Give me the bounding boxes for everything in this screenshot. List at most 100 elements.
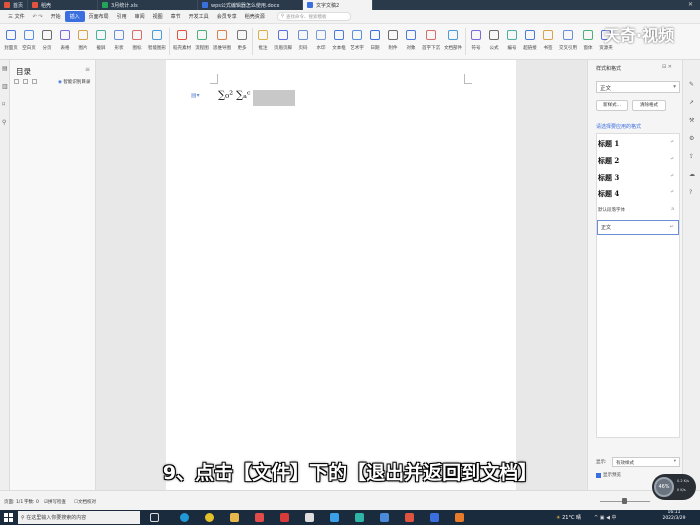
ribbon-tool[interactable]: 公式 — [487, 24, 501, 59]
ribbon-tool[interactable]: 批注 — [256, 24, 270, 59]
close-icon[interactable]: ✕ — [688, 1, 693, 8]
doc-check[interactable]: ☐文档校对 — [74, 499, 96, 505]
ribbon-tool[interactable]: 图片 — [76, 24, 90, 59]
app4-icon[interactable] — [355, 513, 364, 522]
folder-icon[interactable] — [230, 513, 239, 522]
ribbon-tool[interactable]: 思维导图 — [213, 24, 231, 59]
ribbon-tool[interactable]: 分页 — [40, 24, 54, 59]
expand-icon[interactable] — [14, 79, 19, 84]
menu-member[interactable]: 会员专享 — [213, 13, 241, 20]
chapter-icon[interactable]: ▥ — [2, 84, 8, 90]
ribbon-tool[interactable]: 编号 — [505, 24, 519, 59]
ribbon-tool[interactable]: 稻壳素材 — [173, 24, 191, 59]
app5-icon[interactable] — [380, 513, 389, 522]
search-icon[interactable]: ⚲ — [2, 120, 8, 126]
ribbon-tool[interactable]: 首字下沉 — [422, 24, 440, 59]
task-view-icon[interactable] — [150, 513, 159, 522]
ribbon-tool[interactable]: 水印 — [314, 24, 328, 59]
menu-developer[interactable]: 开发工具 — [185, 13, 213, 20]
formula-2[interactable]: ∑ₐᶜ — [236, 90, 250, 101]
ribbon-tool[interactable]: 超链接 — [523, 24, 537, 59]
select-icon[interactable]: ➚ — [689, 100, 695, 106]
taskbar-search-input[interactable]: ⚲ 在这里输入你要搜索的内容 — [18, 511, 140, 524]
ribbon-tool[interactable]: 日期 — [368, 24, 382, 59]
spell-check-toggle[interactable]: ☑拼写检查 — [44, 499, 66, 505]
ribbon-tool[interactable]: 窗体 — [581, 24, 595, 59]
ribbon-tool[interactable]: 智能图形 — [148, 24, 166, 59]
menu-docer-resources[interactable]: 稻壳资源 — [241, 13, 269, 20]
clock[interactable]: 16:11 2022/3/29 — [658, 510, 690, 522]
formula-placeholder[interactable] — [253, 90, 295, 106]
paragraph-handle-icon[interactable]: ▤▾ — [191, 92, 200, 99]
edge-icon[interactable] — [180, 513, 189, 522]
ribbon-tool[interactable]: 艺术字 — [350, 24, 364, 59]
style-body-selected[interactable]: 正文 ↵ — [597, 220, 679, 235]
style-heading-2[interactable]: 标题 2 ↵ — [598, 156, 678, 166]
tray-icons[interactable]: ^ ▣ ◀ 中 — [594, 514, 617, 521]
style-heading-1[interactable]: 标题 1 ↵ — [598, 139, 678, 149]
menu-view[interactable]: 视图 — [149, 13, 167, 20]
search-input[interactable]: ⚲ 查找命令、搜索模板 — [276, 12, 351, 21]
help-icon[interactable]: ? — [689, 190, 695, 196]
current-style-select[interactable]: 正文 ▾ — [596, 81, 680, 93]
page-count[interactable]: 页面: 1/1 — [4, 499, 23, 505]
ribbon-tool[interactable]: 更多 — [235, 24, 249, 59]
clear-format-button[interactable]: 清除格式 — [632, 100, 666, 111]
menu-references[interactable]: 引用 — [113, 13, 131, 20]
menu-insert[interactable]: 插入 — [64, 11, 85, 22]
settings-icon[interactable]: ⚙ — [689, 136, 695, 142]
document-page[interactable]: ▤▾ ∑₀² ∑ₐᶜ — [166, 60, 516, 490]
tab-current-doc[interactable]: 文字文稿2 — [303, 0, 374, 10]
ribbon-tool[interactable]: 流程图 — [195, 24, 209, 59]
app2-icon[interactable] — [305, 513, 314, 522]
style-default-font[interactable]: 默认段落字体 a — [598, 207, 678, 213]
ribbon-tool[interactable]: 表格 — [58, 24, 72, 59]
ribbon-tool[interactable]: 封面页 — [4, 24, 18, 59]
app6-icon[interactable] — [405, 513, 414, 522]
tab-spreadsheet[interactable]: 3月统计.xls — [98, 0, 199, 10]
cloud-icon[interactable]: ☁ — [689, 172, 695, 178]
menu-start[interactable]: 开始 — [47, 13, 65, 20]
style-heading-3[interactable]: 标题 3 ↵ — [598, 173, 678, 183]
tab-docer[interactable]: 稻壳 — [28, 0, 99, 10]
tools-icon[interactable]: ⚒ — [689, 118, 695, 124]
share-icon[interactable]: ⇪ — [689, 154, 695, 160]
ribbon-tool[interactable]: 附件 — [386, 24, 400, 59]
style-heading-4[interactable]: 标题 4 ↵ — [598, 189, 678, 199]
zoom-thumb[interactable] — [622, 498, 627, 504]
menu-review[interactable]: 审阅 — [131, 13, 149, 20]
ribbon-tool[interactable]: 交叉引用 — [559, 24, 577, 59]
ribbon-tool[interactable]: 页眉页脚 — [274, 24, 292, 59]
app-icon[interactable] — [255, 513, 264, 522]
wps-icon[interactable] — [280, 513, 289, 522]
formula-1[interactable]: ∑₀² — [218, 90, 233, 101]
ribbon-tool[interactable]: 页码 — [296, 24, 310, 59]
ribbon-tool[interactable]: 符号 — [469, 24, 483, 59]
word-count[interactable]: 字数: 0 — [24, 499, 39, 505]
panel-pin-icon[interactable]: ⊟ ✕ — [662, 64, 672, 70]
menu-file[interactable]: 三 文件 — [4, 13, 29, 20]
toc-options-icon[interactable]: ≡ — [85, 66, 90, 73]
bookmark-icon[interactable]: ⌑ — [2, 102, 8, 108]
undo-icon[interactable]: ↶ ↷ — [29, 14, 47, 20]
app7-icon[interactable] — [430, 513, 439, 522]
app3-icon[interactable] — [330, 513, 339, 522]
ribbon-tool[interactable]: 图标 — [130, 24, 144, 59]
ribbon-tool[interactable]: 形状 — [112, 24, 126, 59]
ribbon-tool[interactable]: 文本框 — [332, 24, 346, 59]
tab-formula-doc[interactable]: wps公式编辑器怎么使用.docx — [198, 0, 304, 10]
level-icon[interactable] — [32, 79, 37, 84]
app8-icon[interactable] — [455, 513, 464, 522]
toc-icon[interactable]: ▤ — [2, 66, 8, 72]
menu-sections[interactable]: 章节 — [167, 13, 185, 20]
windows-start-icon[interactable] — [4, 513, 13, 522]
tab-home[interactable]: 首页 — [0, 0, 29, 10]
ribbon-tool[interactable]: 书签 — [541, 24, 555, 59]
ribbon-tool[interactable]: 对象 — [404, 24, 418, 59]
chrome-icon[interactable] — [205, 513, 214, 522]
new-style-button[interactable]: 新样式... — [596, 100, 628, 111]
weather[interactable]: ☀ 21°C 晴 — [556, 514, 581, 521]
ribbon-tool[interactable]: 空白页 — [22, 24, 36, 59]
ribbon-tool[interactable]: 文档部件 — [444, 24, 462, 59]
menu-layout[interactable]: 页面布局 — [85, 13, 113, 20]
